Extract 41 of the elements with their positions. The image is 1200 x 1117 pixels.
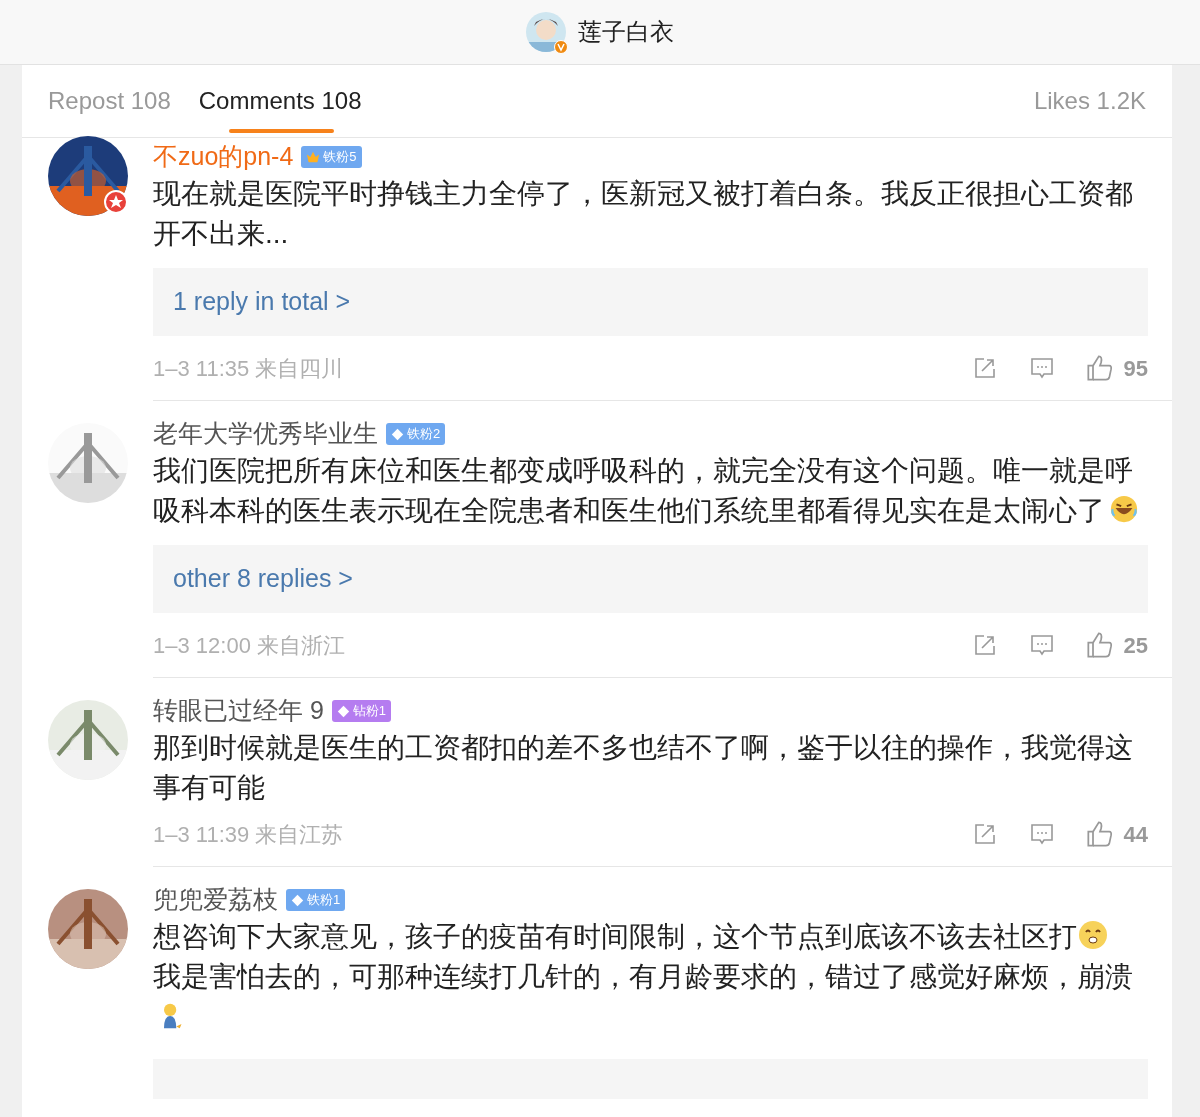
thumbs-up-icon[interactable] bbox=[1085, 631, 1114, 659]
replies-link[interactable]: 1 reply in total > bbox=[153, 268, 1148, 336]
share-icon[interactable] bbox=[972, 633, 997, 657]
like-count: 95 bbox=[1123, 354, 1148, 383]
page-title: 莲子白衣 bbox=[578, 17, 674, 47]
user-name[interactable]: 兜兜爱荔枝 bbox=[153, 881, 278, 919]
share-icon[interactable] bbox=[972, 822, 997, 846]
tab[interactable]: Repost 108 bbox=[48, 65, 171, 137]
fan-badge: 钻粉1 bbox=[331, 700, 392, 722]
comment-icon[interactable] bbox=[1029, 633, 1054, 657]
comment-icon[interactable] bbox=[1029, 822, 1054, 846]
laughing-face-icon bbox=[1109, 494, 1139, 524]
diamond-icon bbox=[336, 704, 350, 718]
tab[interactable]: Comments 108 bbox=[198, 65, 362, 137]
crown-icon bbox=[306, 150, 321, 164]
user-name[interactable]: 转眼已过经年 9 bbox=[153, 692, 324, 730]
user-name[interactable]: 老年大学优秀毕业生 bbox=[153, 415, 378, 453]
like-count: 25 bbox=[1123, 631, 1148, 660]
user-name[interactable]: 不zuo的pn-4 bbox=[153, 138, 294, 176]
smiling-face-icon bbox=[1077, 919, 1109, 951]
fan-badge: 铁粉2 bbox=[386, 423, 446, 445]
share-icon[interactable] bbox=[972, 356, 997, 380]
comment-time: 1–3 11:39 来自江苏 bbox=[153, 820, 345, 849]
fan-badge: 铁粉1 bbox=[286, 889, 346, 911]
fan-badge: 铁粉5 bbox=[301, 146, 362, 168]
replies-link[interactable]: other 8 replies > bbox=[153, 545, 1148, 613]
likes-tab[interactable]: Likes 1.2K bbox=[1033, 83, 1146, 119]
comment-time: 1–3 12:00 来自浙江 bbox=[153, 631, 346, 660]
comment-text: 想咨询下大家意见，孩子的疫苗有时间限制，这个节点到底该不该去社区打 我是害怕去的，可那种连续打几针的，有月龄要求的，错过了感觉好麻烦，崩溃 bbox=[153, 917, 1172, 1037]
thumbs-up-icon[interactable] bbox=[1085, 354, 1114, 382]
comment-text: 那到时候就是医生的工资都扣的差不多也结不了啊，鉴于以往的操作，我觉得这事有可能 bbox=[153, 731, 1134, 805]
comment-time: 1–3 11:35 来自四川 bbox=[153, 354, 345, 383]
verified-badge-icon bbox=[554, 40, 568, 54]
comment-text: 现在就是医院平时挣钱主力全停了，医新冠又被打着白条。我反正很担心工资都开不出来... bbox=[153, 177, 1134, 251]
comment-icon[interactable] bbox=[1029, 356, 1054, 380]
comment-text: 我们医院把所有床位和医生都变成呼吸科的，就完全没有这个问题。唯一就是呼吸科本科的医生表示现在全院患者和医生他们系统里都看得见实在是太闹心了 bbox=[153, 451, 1172, 531]
diamond-icon bbox=[291, 893, 304, 907]
star-badge-icon bbox=[104, 190, 128, 214]
thumbs-up-icon[interactable] bbox=[1085, 820, 1114, 848]
diamond-icon bbox=[391, 427, 404, 441]
like-count: 44 bbox=[1123, 820, 1148, 849]
